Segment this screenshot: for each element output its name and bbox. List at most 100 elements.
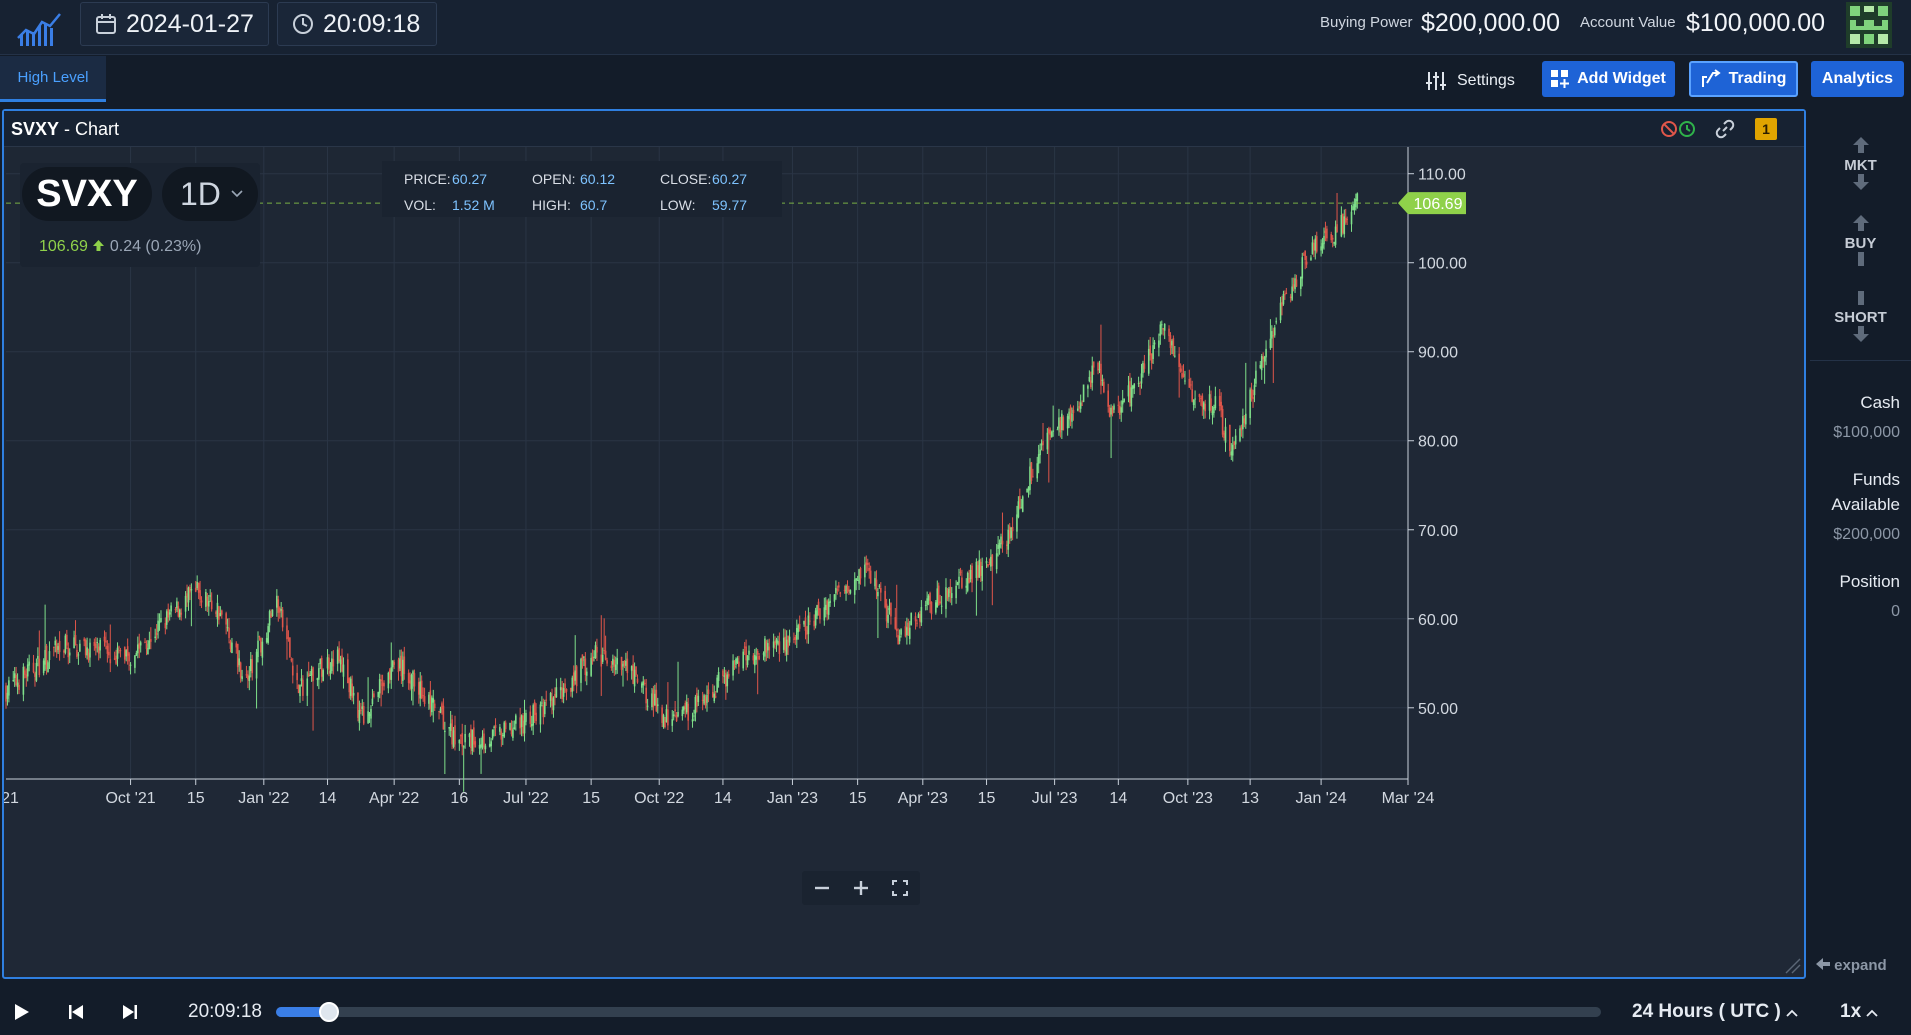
candle-body xyxy=(114,658,116,659)
candle-body xyxy=(37,656,39,659)
candle-body xyxy=(612,659,614,665)
candle-body xyxy=(241,676,243,679)
tab-high-level[interactable]: High Level xyxy=(0,56,106,102)
fullscreen-icon[interactable] xyxy=(892,880,908,896)
candle-body xyxy=(463,746,465,747)
candle-body xyxy=(7,693,9,699)
x-tick-label: 14 xyxy=(319,790,337,807)
date-picker[interactable]: 2024-01-27 xyxy=(80,2,269,46)
candle-body xyxy=(167,609,169,618)
candle-body xyxy=(492,730,494,739)
candle-body xyxy=(150,639,152,642)
candle-body xyxy=(585,658,587,675)
link-group-badge[interactable]: 1 xyxy=(1755,118,1777,140)
candle-body xyxy=(256,652,258,679)
playback-bar: 20:09:18 24 Hours ( UTC ) 1x xyxy=(0,990,1911,1035)
candle-body xyxy=(1144,364,1146,369)
candle-body xyxy=(12,680,14,681)
playback-slider-knob[interactable] xyxy=(319,1002,339,1022)
candle-body xyxy=(1058,417,1060,428)
buy-order-button[interactable]: BUY xyxy=(1810,215,1911,270)
candle-body xyxy=(8,680,10,695)
candle-body xyxy=(1060,420,1062,432)
arrow-up-icon xyxy=(1852,215,1870,231)
time-picker[interactable]: 20:09:18 xyxy=(277,2,437,46)
playback-slider[interactable] xyxy=(276,1007,1601,1017)
avatar[interactable] xyxy=(1846,2,1892,48)
resize-handle-icon[interactable] xyxy=(1782,955,1802,975)
candle-body xyxy=(124,647,126,660)
x-tick-label: Apr '22 xyxy=(369,790,419,807)
speed-select[interactable]: 1x xyxy=(1840,1001,1878,1023)
candle-body xyxy=(309,675,311,676)
x-tick-label: Jan '22 xyxy=(238,790,289,807)
candle-body xyxy=(1233,442,1235,445)
candle-body xyxy=(418,682,420,695)
zoom-in-icon[interactable] xyxy=(853,880,869,896)
candle-body xyxy=(1047,433,1049,450)
candle-body xyxy=(36,663,38,681)
timezone-select[interactable]: 24 Hours ( UTC ) xyxy=(1632,1001,1798,1023)
candle-body xyxy=(401,656,403,677)
candle-body xyxy=(218,606,220,620)
close-value: 60.27 xyxy=(712,171,747,187)
candle-body xyxy=(160,618,162,622)
add-widget-button[interactable]: Add Widget xyxy=(1542,61,1675,97)
skip-forward-icon[interactable] xyxy=(122,1003,138,1021)
chevron-down-icon xyxy=(231,190,243,198)
mkt-order-button[interactable]: MKT xyxy=(1810,137,1911,194)
candle-body xyxy=(1109,408,1111,417)
x-tick-label: 15 xyxy=(187,790,205,807)
candle-body xyxy=(677,712,679,716)
candle-body xyxy=(1071,413,1073,421)
short-order-button[interactable]: SHORT xyxy=(1810,291,1911,346)
candle-body xyxy=(806,630,808,634)
last-price-tag-label: 106.69 xyxy=(1414,196,1463,213)
candle-body xyxy=(1341,215,1343,236)
candle-body xyxy=(96,642,98,643)
zoom-out-icon[interactable] xyxy=(814,880,830,896)
candle-body xyxy=(1042,441,1044,445)
candle-body xyxy=(1038,454,1040,464)
candle-body xyxy=(686,702,688,712)
candle-body xyxy=(276,596,278,608)
ticker-symbol[interactable]: SVXY xyxy=(22,167,152,221)
candle-body xyxy=(586,672,588,676)
sync-off-icon[interactable] xyxy=(1659,119,1697,139)
trading-button[interactable]: Trading xyxy=(1689,61,1798,97)
candle-body xyxy=(393,662,395,665)
analytics-button[interactable]: Analytics xyxy=(1811,61,1904,97)
link-icon[interactable] xyxy=(1715,119,1735,139)
candle-body xyxy=(925,605,927,606)
candle-body xyxy=(929,593,931,604)
chart-panel-title: SVXY - Chart xyxy=(11,119,119,140)
skip-back-icon[interactable] xyxy=(68,1003,84,1021)
settings-button[interactable]: Settings xyxy=(1425,64,1515,98)
candle-body xyxy=(958,577,960,583)
candle-body xyxy=(928,596,930,601)
candle-body xyxy=(854,580,856,595)
play-icon[interactable] xyxy=(14,1003,30,1021)
candle-body xyxy=(664,720,666,727)
candle-body xyxy=(987,564,989,566)
candle-body xyxy=(157,621,159,632)
candle-body xyxy=(976,562,978,578)
candle-body xyxy=(1202,396,1204,407)
app-logo-icon[interactable] xyxy=(14,8,64,48)
candle-body xyxy=(459,740,461,743)
candle-body xyxy=(47,662,49,672)
candle-body xyxy=(1107,391,1109,407)
timeframe-select[interactable]: 1D xyxy=(162,167,258,221)
candle-body xyxy=(768,647,770,651)
expand-button[interactable]: expand xyxy=(1816,957,1887,974)
x-tick-label: Jan '23 xyxy=(767,790,818,807)
candle-body xyxy=(483,734,485,747)
candle-body xyxy=(225,613,227,624)
candle-body xyxy=(1049,430,1051,435)
zoom-controls xyxy=(802,871,920,905)
candle-body xyxy=(936,588,938,607)
candle-body xyxy=(813,621,815,627)
candle-body xyxy=(448,727,450,728)
candle-body xyxy=(1029,467,1031,491)
price-chart[interactable]: 110.00100.0090.0080.0070.0060.0050.00ug … xyxy=(4,147,1804,977)
